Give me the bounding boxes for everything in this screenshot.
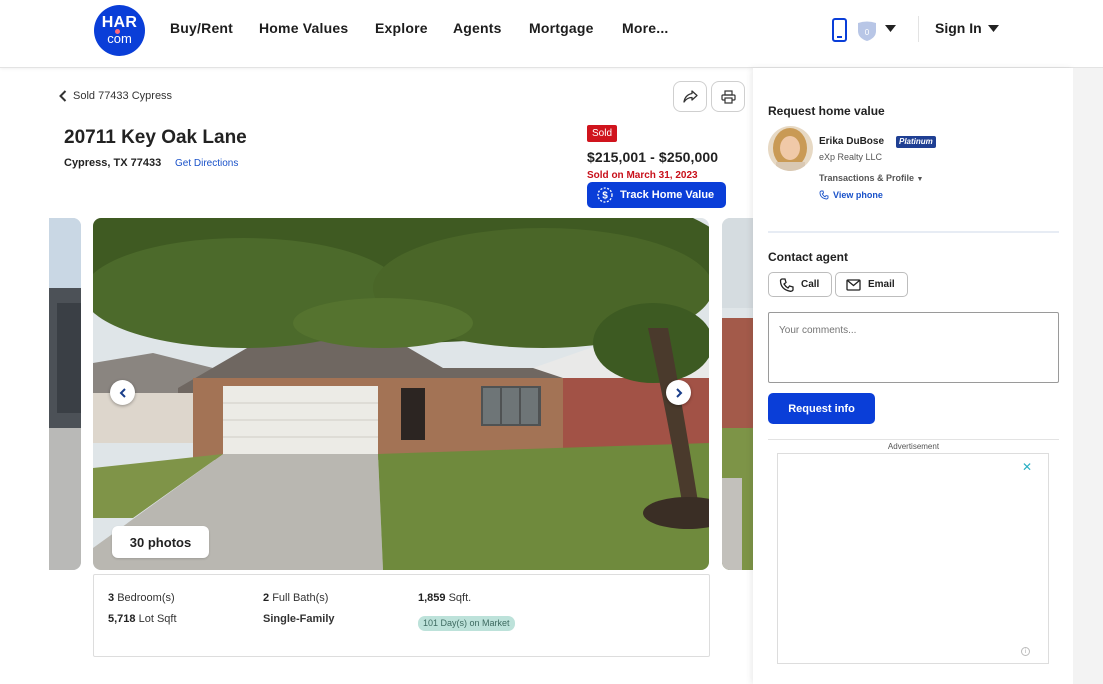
print-button[interactable] — [711, 81, 745, 112]
contact-agent-title: Contact agent — [768, 250, 849, 264]
agent-avatar[interactable] — [768, 126, 813, 171]
sold-date: Sold on March 31, 2023 — [587, 170, 698, 181]
bedrooms-label: Bedroom(s) — [117, 592, 175, 604]
next-photo-button[interactable] — [666, 380, 691, 405]
fact-bedrooms: 3 Bedroom(s) — [108, 592, 175, 604]
baths-label: Full Bath(s) — [272, 592, 329, 604]
nav-explore[interactable]: Explore — [375, 20, 428, 36]
platinum-badge: Platinum — [896, 136, 936, 148]
listing-address: 20711 Key Oak Lane — [64, 127, 247, 148]
chevron-down-icon[interactable] — [885, 25, 896, 32]
call-button[interactable]: Call — [768, 272, 832, 297]
fact-lot: 5,718 Lot Sqft — [108, 613, 177, 625]
view-phone-link[interactable]: View phone — [819, 190, 883, 200]
email-button[interactable]: Email — [835, 272, 908, 297]
nav-buy-rent[interactable]: Buy/Rent — [170, 20, 233, 36]
previous-photo-thumbnail[interactable] — [49, 218, 81, 570]
chevron-right-icon — [675, 387, 682, 398]
main-listing-photo[interactable] — [93, 218, 709, 570]
lot-label: Lot Sqft — [138, 613, 177, 625]
price-range: $215,001 - $250,000 — [587, 149, 719, 165]
previous-photo-button[interactable] — [110, 380, 135, 405]
agent-name[interactable]: Erika DuBose — [819, 136, 884, 147]
nav-mortgage[interactable]: Mortgage — [529, 20, 594, 36]
site-header: HAR com Buy/Rent Home Values Explore Age… — [0, 0, 1103, 68]
shield-count: 0 — [865, 28, 870, 37]
track-home-value-button[interactable]: $ Track Home Value — [587, 182, 726, 208]
request-info-button[interactable]: Request info — [768, 393, 875, 424]
printer-icon — [720, 89, 736, 104]
sign-in-link[interactable]: Sign In — [935, 20, 982, 36]
chevron-left-icon — [119, 387, 126, 398]
logo-text-bottom: com — [107, 31, 132, 46]
photos-count-button[interactable]: 30 photos — [112, 526, 209, 558]
days-on-market-badge: 101 Day(s) on Market — [418, 616, 515, 631]
listing-city: Cypress, TX 77433 — [64, 157, 162, 169]
lot-value: 5,718 — [108, 613, 136, 625]
header-divider — [918, 16, 919, 42]
request-home-value-title: Request home value — [768, 104, 885, 118]
listing-facts — [93, 574, 710, 657]
ad-info-icon[interactable]: i — [1021, 647, 1030, 656]
email-label: Email — [868, 279, 895, 290]
transactions-profile-dropdown[interactable]: Transactions & Profile ▼ — [819, 173, 923, 183]
status-badge: Sold — [587, 125, 618, 142]
baths-value: 2 — [263, 592, 270, 604]
advertisement-label: Advertisement — [887, 442, 940, 451]
har-logo[interactable]: HAR com — [94, 5, 145, 56]
mobile-phone-icon[interactable] — [832, 18, 847, 42]
share-button[interactable] — [673, 81, 707, 112]
view-phone-label: View phone — [833, 190, 883, 200]
next-photo-thumbnail[interactable] — [722, 218, 753, 570]
dollar-circle-icon: $ — [597, 187, 613, 203]
ad-close-icon[interactable]: ✕ — [1022, 460, 1032, 474]
svg-text:$: $ — [602, 191, 608, 202]
phone-icon — [779, 277, 794, 292]
bedrooms-value: 3 — [108, 592, 115, 604]
shield-badge-icon[interactable]: 0 — [856, 21, 878, 42]
breadcrumb-back-link[interactable]: Sold 77433 Cypress — [59, 90, 172, 102]
nav-home-values[interactable]: Home Values — [259, 20, 348, 36]
panel-divider — [768, 231, 1059, 233]
phone-icon — [819, 190, 829, 200]
nav-more[interactable]: More... — [622, 20, 669, 36]
panel-scrollbar-track[interactable] — [1073, 68, 1103, 684]
chevron-left-icon — [59, 90, 67, 102]
sqft-value: 1,859 — [418, 592, 446, 604]
agent-brokerage: eXp Realty LLC — [819, 152, 883, 162]
share-icon — [682, 90, 698, 103]
panel-divider — [768, 439, 1059, 440]
fact-baths: 2 Full Bath(s) — [263, 592, 328, 604]
nav-agents[interactable]: Agents — [453, 20, 502, 36]
sqft-label: Sqft. — [448, 592, 472, 604]
caret-down-icon: ▼ — [916, 176, 924, 183]
transactions-label: Transactions & Profile — [819, 173, 915, 183]
track-home-value-label: Track Home Value — [620, 189, 715, 201]
get-directions-link[interactable]: Get Directions — [175, 158, 238, 169]
fact-sqft: 1,859 Sqft. — [418, 592, 471, 604]
advertisement-box[interactable] — [777, 453, 1049, 664]
chevron-down-icon[interactable] — [988, 25, 999, 32]
fact-property-type: Single-Family — [263, 613, 335, 625]
envelope-icon — [846, 278, 861, 291]
call-label: Call — [801, 279, 820, 290]
back-link-label: Sold 77433 Cypress — [73, 90, 173, 102]
comments-textarea[interactable] — [768, 312, 1059, 383]
